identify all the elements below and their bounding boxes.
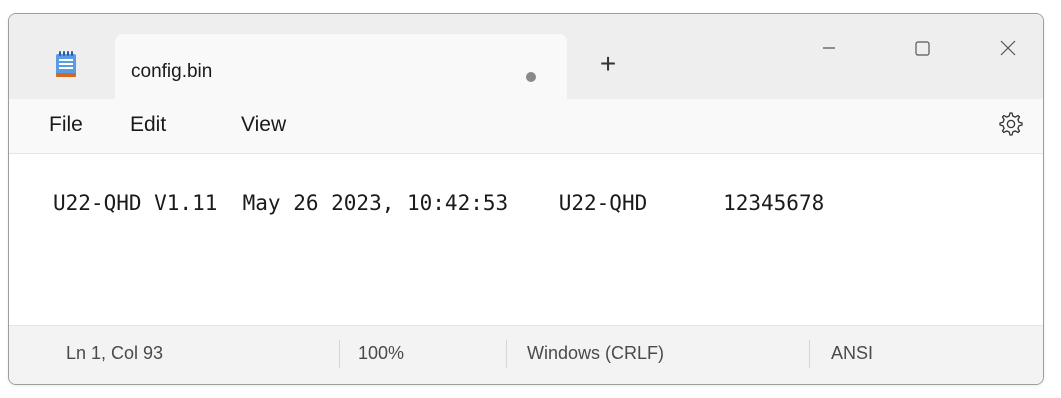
minimize-icon[interactable] [809,28,849,68]
menu-view[interactable]: View [241,113,286,137]
maximize-icon[interactable] [902,28,942,68]
status-divider [339,340,340,368]
unsaved-dot-icon[interactable] [526,72,536,82]
close-icon[interactable] [988,28,1028,68]
menu-bar: File Edit View [9,99,1043,154]
status-cursor-position[interactable]: Ln 1, Col 93 [66,343,163,364]
menu-file[interactable]: File [49,113,83,137]
tab-title: config.bin [131,61,213,82]
text-editor[interactable]: U22-QHD V1.11 May 26 2023, 10:42:53 U22-… [9,154,1043,324]
gear-icon[interactable] [998,111,1024,137]
tab-config-bin[interactable]: config.bin [115,34,567,99]
status-encoding[interactable]: ANSI [831,343,873,364]
menu-edit[interactable]: Edit [130,113,166,137]
status-divider [506,340,507,368]
title-bar[interactable]: config.bin + [9,14,1043,99]
status-line-ending[interactable]: Windows (CRLF) [527,343,664,364]
notepad-window: config.bin + File Edit View U22-QHD V1.1… [8,13,1044,385]
notepad-icon [56,51,76,77]
new-tab-button[interactable]: + [594,50,622,78]
editor-content[interactable]: U22-QHD V1.11 May 26 2023, 10:42:53 U22-… [53,191,824,215]
status-divider [809,340,810,368]
status-bar: Ln 1, Col 93 100% Windows (CRLF) ANSI [9,325,1043,384]
status-zoom[interactable]: 100% [358,343,404,364]
